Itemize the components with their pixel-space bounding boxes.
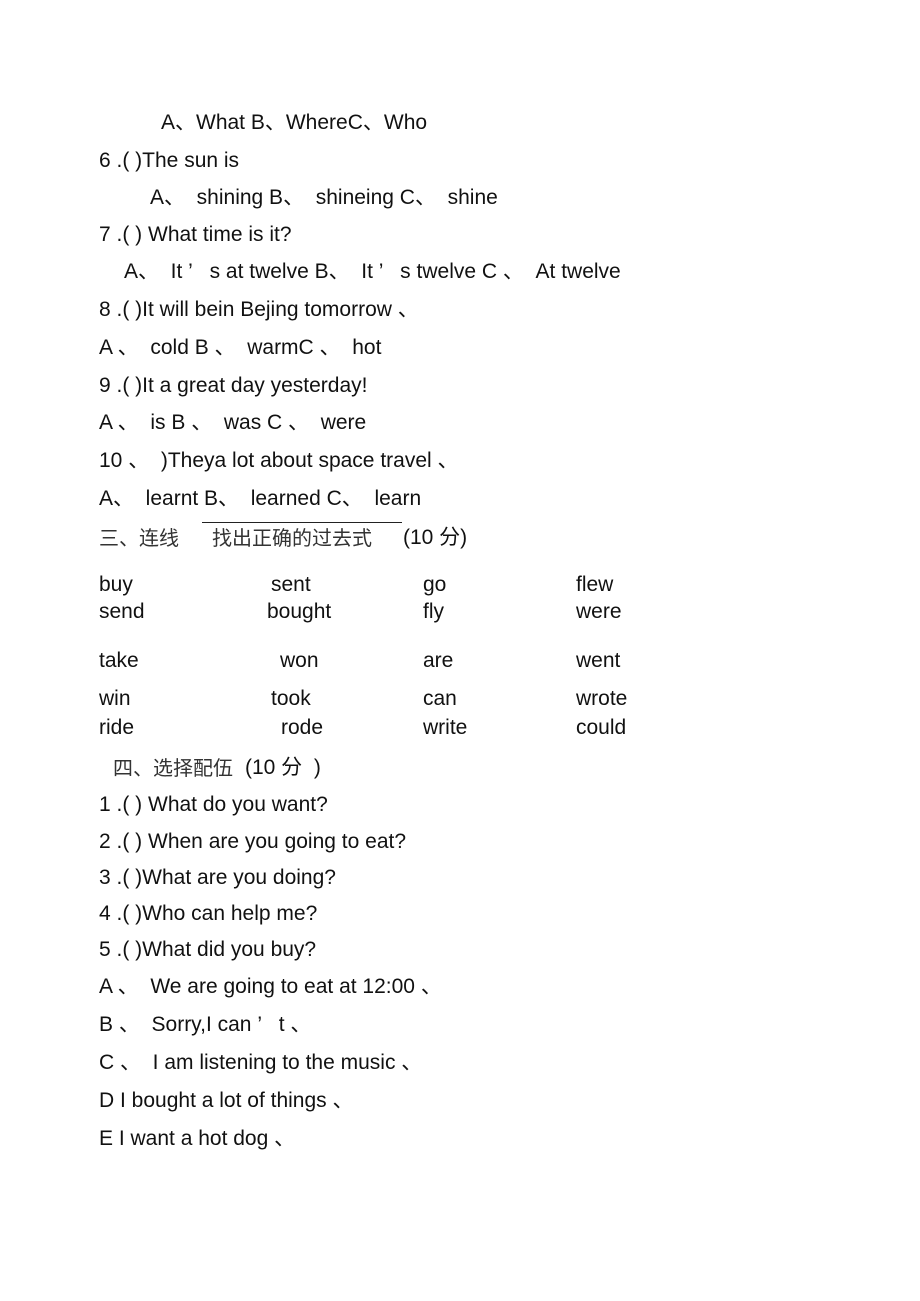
match-word: can	[423, 687, 457, 710]
section4-title: 四、选择配伍	[113, 756, 233, 780]
match-question-2: 2 .( ) When are you going to eat?	[99, 830, 407, 853]
match-answer-c: C 、 I am listening to the music 、	[99, 1051, 423, 1074]
match-word: ride	[99, 716, 135, 739]
question-9-stem: 9 .( )It a great day yesterday!	[99, 374, 368, 397]
match-answer-e: E I want a hot dog 、	[99, 1127, 296, 1150]
question-10-options: A、 learnt B、 learned C、 learn	[99, 487, 422, 510]
question-10-stem: 10 、 )Theya lot about space travel 、	[99, 449, 459, 472]
match-question-1: 1 .( ) What do you want?	[99, 793, 328, 816]
match-question-3: 3 .( )What are you doing?	[99, 866, 336, 889]
question-7-stem: 7 .( ) What time is it?	[99, 223, 292, 246]
match-word: send	[99, 600, 145, 623]
question-6-stem: 6 .( )The sun is	[99, 149, 240, 172]
match-word: win	[99, 687, 131, 710]
question-6-options: A、 shining B、 shineing C、 shine	[150, 186, 498, 209]
match-word: rode	[281, 716, 324, 739]
match-word: wrote	[576, 687, 628, 710]
match-word: bought	[267, 600, 332, 623]
match-word: sent	[271, 573, 311, 596]
match-answer-d: D I bought a lot of things 、	[99, 1089, 354, 1112]
question-8-stem: 8 .( )It will bein Bejing tomorrow 、	[99, 298, 419, 321]
match-word: take	[99, 649, 139, 672]
section3-instruction: 找出正确的过去式	[212, 526, 372, 550]
match-word: are	[423, 649, 454, 672]
match-word: could	[576, 716, 627, 739]
match-word: flew	[576, 573, 614, 596]
question-7-options: A、 It ’ s at twelve B、 It ’ s twelve C 、…	[124, 260, 621, 283]
match-word: write	[423, 716, 468, 739]
match-answer-b: B 、 Sorry,I can ’ t 、	[99, 1013, 312, 1036]
section3-overline	[202, 522, 402, 523]
match-answer-a: A 、 We are going to eat at 12:00 、	[99, 975, 442, 998]
match-question-5: 5 .( )What did you buy?	[99, 938, 317, 961]
section3-points: (10 分)	[403, 526, 468, 549]
section3-prefix: 三、连线	[99, 526, 179, 550]
match-word: go	[423, 573, 447, 596]
match-word: took	[271, 687, 311, 710]
question-8-options: A 、 cold B 、 warmC 、 hot	[99, 336, 382, 359]
match-word: went	[576, 649, 621, 672]
question-9-options: A 、 is B 、 was C 、 were	[99, 411, 367, 434]
match-question-4: 4 .( )Who can help me?	[99, 902, 318, 925]
section4-points: (10 分 )	[245, 756, 321, 779]
match-word: were	[576, 600, 622, 623]
match-word: won	[280, 649, 319, 672]
match-word: fly	[423, 600, 444, 623]
match-word: buy	[99, 573, 133, 596]
q5-options: A、What B、WhereC、Who	[161, 111, 428, 134]
